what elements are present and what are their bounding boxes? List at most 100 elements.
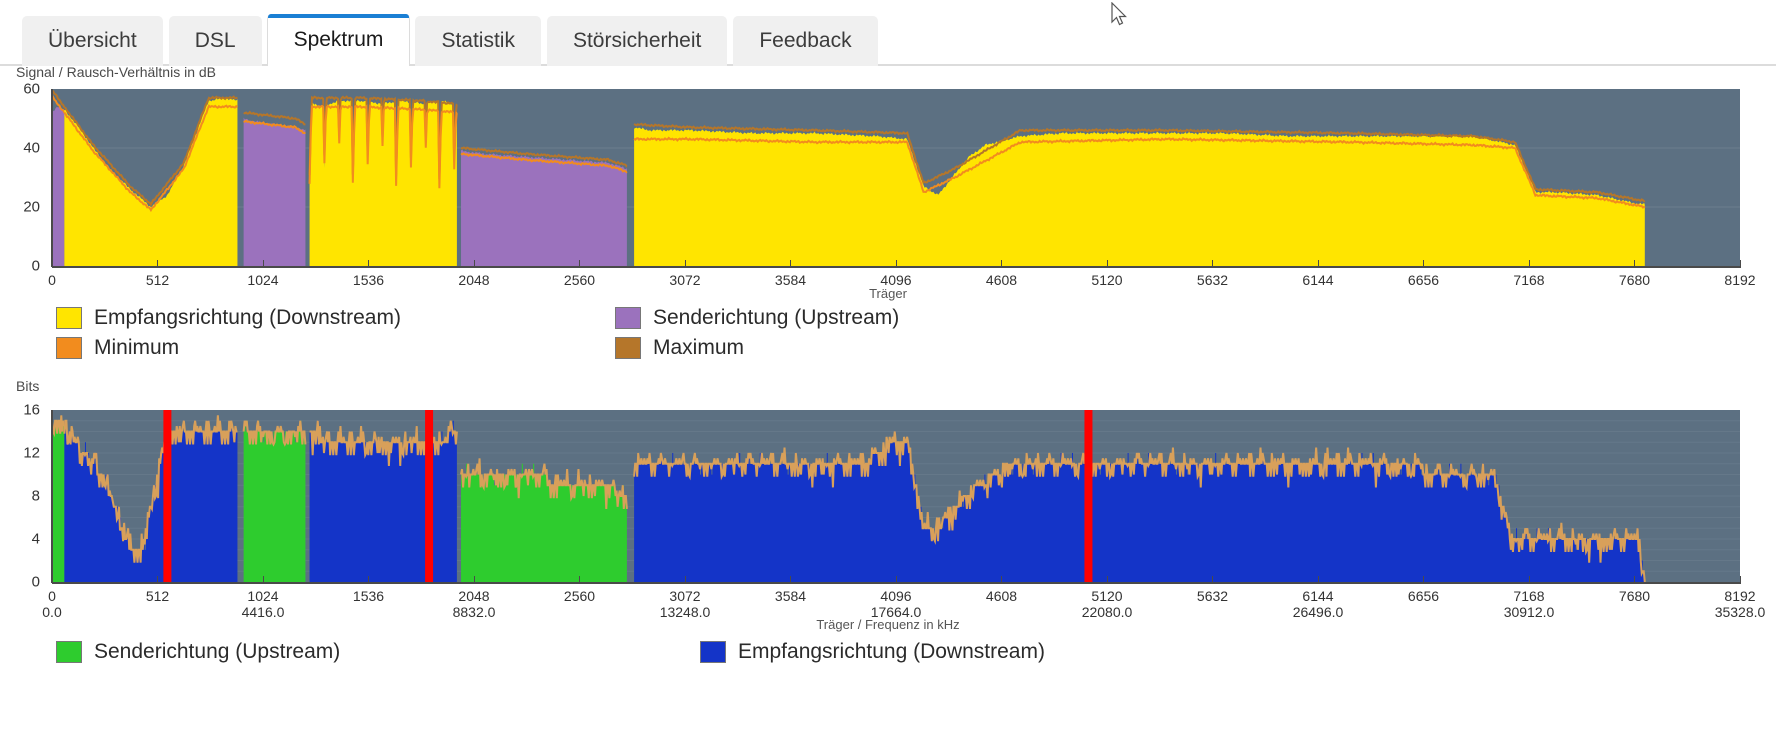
bits-legend-label: Senderichtung (Upstream) <box>94 640 341 663</box>
tab-label: Störsicherheit <box>572 29 702 52</box>
bits-xticks-11: 5632 <box>1196 588 1229 604</box>
tick-mark <box>368 576 369 584</box>
bits-xticks-1: 512 <box>145 588 170 604</box>
tick-mark <box>1317 260 1319 268</box>
tab-list: Übersicht DSL Spektrum Statistik Störsic… <box>22 14 878 69</box>
snr-legend-label: Senderichtung (Upstream) <box>653 306 900 329</box>
tick-mark <box>1528 576 1530 584</box>
tick-mark <box>1634 260 1635 268</box>
bits-xticks-2: 1024 <box>247 588 279 604</box>
tick-mark <box>895 576 897 584</box>
bits-xticks-13: 6656 <box>1407 588 1440 604</box>
tick-mark <box>262 260 264 268</box>
snr-ytick-0: 0 <box>31 257 40 275</box>
snr-legend-item-minimum: Minimum <box>56 336 179 360</box>
bits-xticks-3: 1536 <box>352 588 385 604</box>
tab-stoersicherheit[interactable]: Störsicherheit <box>546 16 728 66</box>
tick-mark <box>1212 576 1213 584</box>
bits-ytick-0: 0 <box>31 573 40 591</box>
tab-statistik[interactable]: Statistik <box>415 16 541 66</box>
band-edge-marker-3 <box>1084 410 1093 582</box>
tab-uebersicht[interactable]: Übersicht <box>22 16 163 66</box>
snr-y-axis <box>51 89 53 267</box>
spectrum-page: Übersicht DSL Spektrum Statistik Störsic… <box>0 0 1776 735</box>
bits-chart-title: Bits <box>16 378 40 394</box>
swatch-downstream-bits <box>700 641 726 663</box>
tick-mark <box>579 260 580 268</box>
bits-plot-area <box>52 410 1740 582</box>
bits-legend-item-downstream: Empfangsrichtung (Downstream) <box>700 640 1045 664</box>
tick-mark <box>473 576 475 584</box>
swatch-maximum <box>615 337 641 359</box>
snr-legend-label: Empfangsrichtung (Downstream) <box>94 306 401 329</box>
bits-ytick-8: 8 <box>31 487 40 505</box>
tick-mark <box>684 260 686 268</box>
snr-xaxis-label: Träger <box>869 286 907 301</box>
bits-xticks-15: 7680 <box>1618 588 1651 604</box>
tick-mark <box>157 260 158 268</box>
tick-mark <box>790 576 791 584</box>
tab-label: Übersicht <box>48 29 137 52</box>
snr-chart-title: Signal / Rausch-Verhältnis in dB <box>16 64 216 80</box>
tab-label: DSL <box>194 29 236 52</box>
tick-mark <box>51 576 53 584</box>
bits-ytick-4: 4 <box>31 530 40 548</box>
tick-mark <box>790 260 791 268</box>
bits-xticks-4: 2048 <box>458 588 490 604</box>
tick-mark <box>579 576 580 584</box>
tab-label: Statistik <box>441 29 515 52</box>
swatch-upstream-bits <box>56 641 82 663</box>
bits-ytick-12: 12 <box>23 444 40 462</box>
tab-spektrum[interactable]: Spektrum <box>267 14 410 69</box>
tab-bar: Übersicht DSL Spektrum Statistik Störsic… <box>0 0 1776 69</box>
snr-ytick-60: 60 <box>23 80 40 98</box>
tick-mark <box>1423 260 1424 268</box>
tick-mark <box>51 260 53 268</box>
bits-xticks-7: 3584 <box>774 588 807 604</box>
bits-xticks-8: 4096 <box>880 588 912 604</box>
bits-xticks-0: 0 <box>48 588 56 604</box>
tick-mark <box>1106 260 1108 268</box>
band-edge-marker-2 <box>425 410 434 582</box>
snr-legend-item-upstream: Senderichtung (Upstream) <box>615 306 899 330</box>
tick-mark <box>1528 260 1530 268</box>
tick-mark <box>368 260 369 268</box>
tick-mark <box>262 576 264 584</box>
swatch-upstream-snr <box>615 307 641 329</box>
bits-y-axis <box>51 410 53 583</box>
tab-label: Feedback <box>759 29 852 52</box>
snr-plot-area <box>52 89 1740 266</box>
bits-legend-label: Empfangsrichtung (Downstream) <box>738 640 1045 663</box>
tab-dsl[interactable]: DSL <box>168 16 262 66</box>
tick-mark <box>684 576 686 584</box>
tick-mark <box>1739 260 1741 268</box>
bits-xticks-10: 5120 <box>1091 588 1123 604</box>
tick-mark <box>1423 576 1424 584</box>
bits-ytick-16: 16 <box>23 401 40 419</box>
snr-ytick-40: 40 <box>23 139 40 157</box>
tick-mark <box>1739 576 1741 584</box>
bits-xticks-16: 8192 <box>1724 588 1756 604</box>
snr-ytick-20: 20 <box>23 198 40 216</box>
swatch-minimum <box>56 337 82 359</box>
tick-mark <box>1106 576 1108 584</box>
bits-xticks-6: 3072 <box>669 588 701 604</box>
tick-mark <box>895 260 897 268</box>
snr-legend-label: Minimum <box>94 336 180 359</box>
bits-xticks-5: 2560 <box>563 588 596 604</box>
tick-mark <box>1001 260 1002 268</box>
bits-legend-item-upstream: Senderichtung (Upstream) <box>56 640 340 664</box>
tick-mark <box>157 576 158 584</box>
tick-mark <box>473 260 475 268</box>
bits-xticks-12: 6144 <box>1302 588 1334 604</box>
band-edge-marker-1 <box>163 410 172 582</box>
bits-xticks-9: 4608 <box>985 588 1018 604</box>
snr-legend-item-downstream: Empfangsrichtung (Downstream) <box>56 306 401 330</box>
tick-mark <box>1634 576 1635 584</box>
bits-xaxis-label: Träger / Frequenz in kHz <box>816 617 960 632</box>
tab-feedback[interactable]: Feedback <box>733 16 878 66</box>
tab-label: Spektrum <box>293 28 384 51</box>
swatch-downstream-snr <box>56 307 82 329</box>
tick-mark <box>1212 260 1213 268</box>
snr-legend-label: Maximum <box>653 336 745 359</box>
